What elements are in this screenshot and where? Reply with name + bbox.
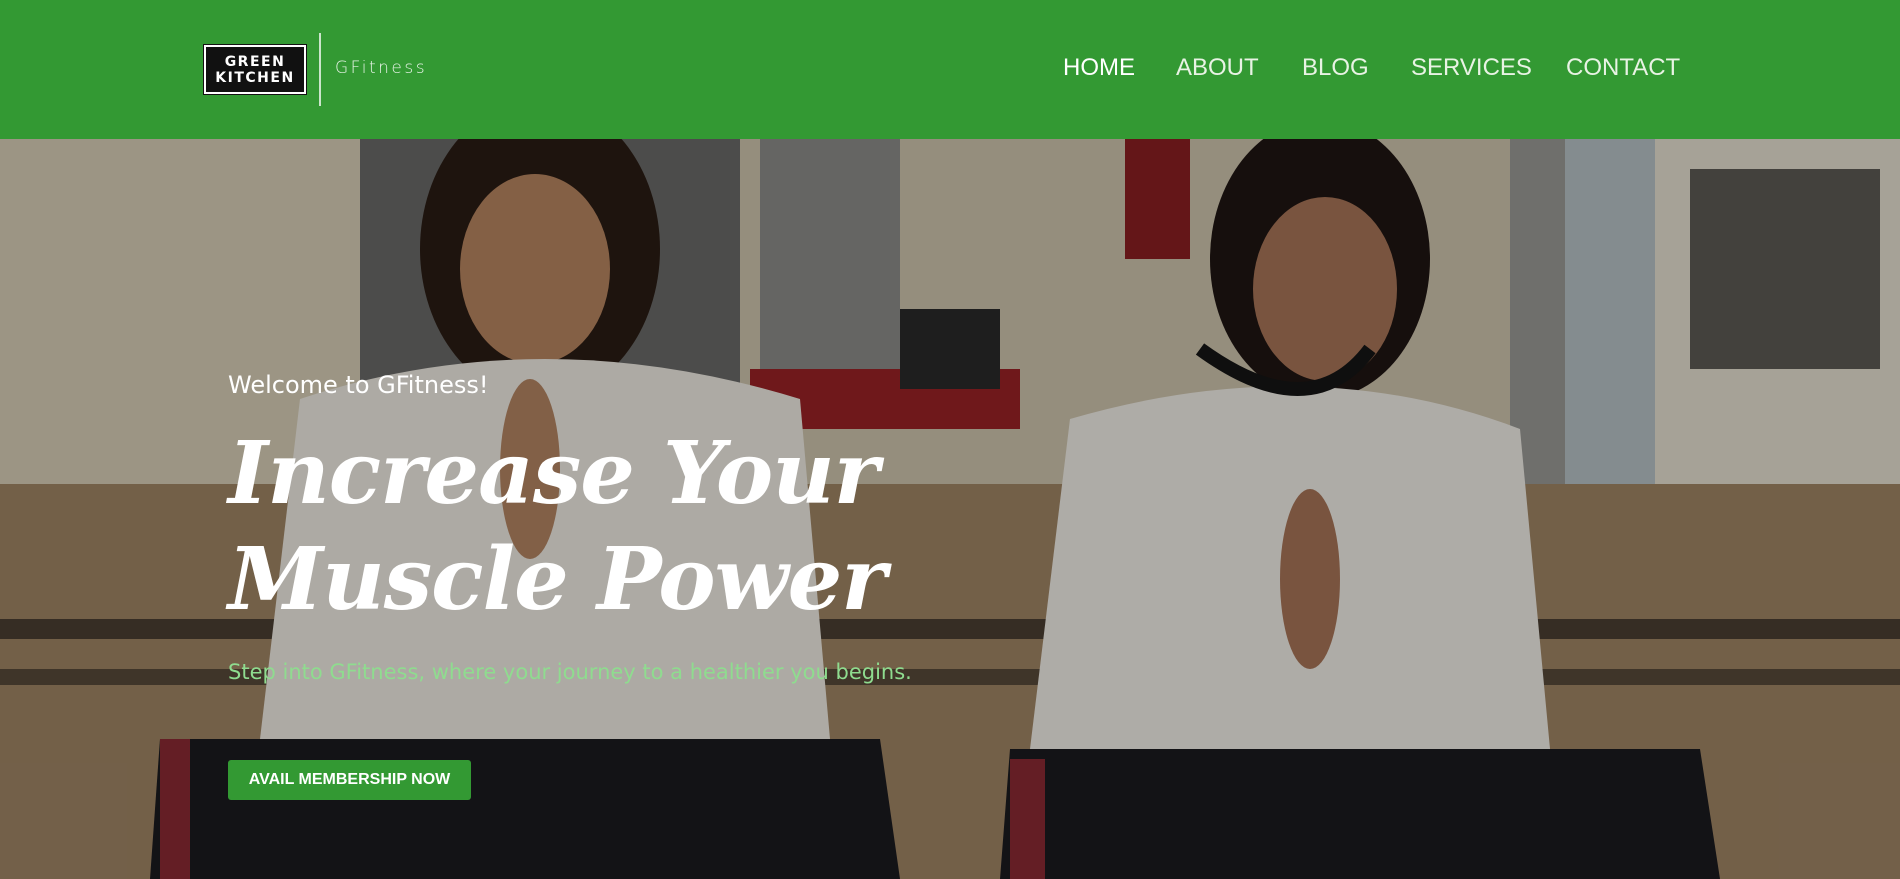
hero-content: Welcome to GFitness! Increase Your Muscl… bbox=[228, 139, 1128, 879]
hero-tagline: Step into GFitness, where your journey t… bbox=[228, 660, 912, 684]
site-header: GREEN KITCHEN GFitness HOME ABOUT BLOG S… bbox=[0, 0, 1900, 139]
hero-headline-line-2: Muscle Power bbox=[228, 529, 887, 630]
main-nav: HOME ABOUT BLOG SERVICES CONTACT bbox=[0, 54, 1900, 86]
nav-contact[interactable]: CONTACT bbox=[1566, 54, 1680, 82]
nav-services[interactable]: SERVICES bbox=[1411, 54, 1532, 82]
nav-home[interactable]: HOME bbox=[1063, 54, 1135, 82]
hero-headline-line-1: Increase Your bbox=[228, 423, 879, 524]
hero-welcome-text: Welcome to GFitness! bbox=[228, 371, 489, 399]
avail-membership-button[interactable]: AVAIL MEMBERSHIP NOW bbox=[228, 760, 471, 800]
nav-blog[interactable]: BLOG bbox=[1302, 54, 1369, 82]
hero-section: Welcome to GFitness! Increase Your Muscl… bbox=[0, 139, 1900, 879]
nav-about[interactable]: ABOUT bbox=[1176, 54, 1259, 82]
hero-headline: Increase Your Muscle Power bbox=[228, 421, 928, 633]
